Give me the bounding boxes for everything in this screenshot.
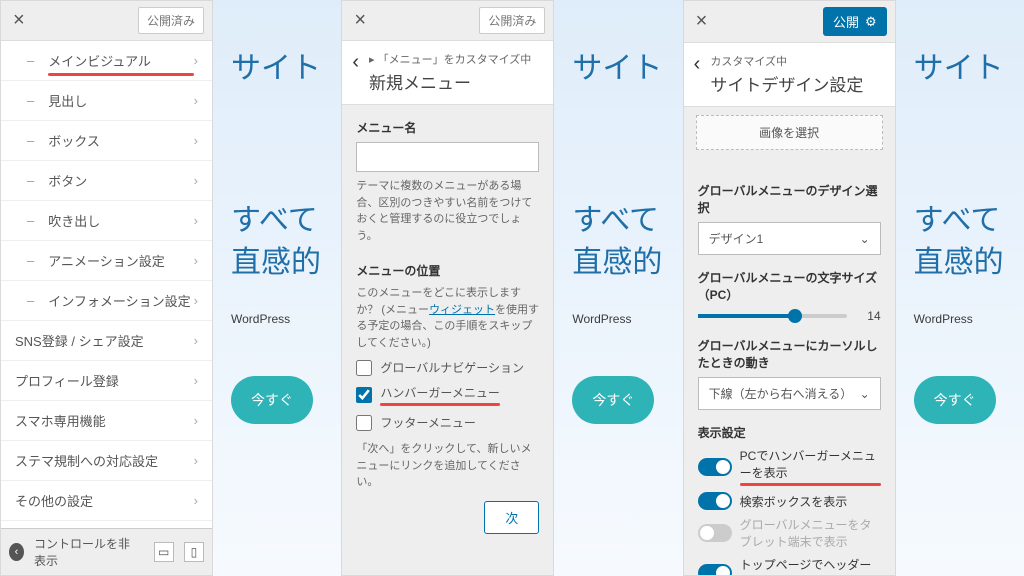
font-size-value: 14: [857, 309, 881, 323]
sidebar-item-stealth-marketing[interactable]: ステマ規制への対応設定›: [1, 441, 212, 481]
cta-button[interactable]: 今すぐ: [231, 376, 313, 424]
toggle-pc-hamburger[interactable]: [698, 458, 732, 476]
panel-breadcrumb: ‹ ▸ 「メニュー」をカスタマイズ中 新規メニュー: [342, 41, 553, 105]
preview-headline: サイト: [231, 48, 341, 90]
preview-pane: サイト すべて 直感的 WordPress 今すぐ: [896, 0, 1024, 576]
panel-title: 新規メニュー: [369, 69, 531, 94]
toggle-tablet-label: グローバルメニューをタブレット端末で表示: [740, 516, 881, 550]
collapse-icon[interactable]: ‹: [9, 543, 24, 561]
font-size-label: グローバルメニューの文字サイズ（PC）: [698, 269, 881, 303]
menu-name-input[interactable]: [356, 142, 539, 172]
footer-label: コントロールを非表示: [34, 535, 134, 569]
chevron-right-icon: ›: [194, 213, 198, 228]
customizer-panel-site-design: × 公開 ⚙ ‹ カスタマイズ中 サイトデザイン設定 画像を選択 グローバルメニ…: [683, 0, 896, 576]
customizer-panel-sections: × 公開済み –メインビジュアル› –見出し› –ボックス› –ボタン› –吹き…: [0, 0, 213, 576]
image-select-button[interactable]: 画像を選択: [696, 115, 883, 150]
cta-button[interactable]: 今すぐ: [914, 376, 996, 424]
toggle-search-label: 検索ボックスを表示: [740, 493, 848, 510]
sidebar-item-box[interactable]: –ボックス›: [1, 121, 212, 161]
panel-footer: ‹ コントロールを非表示 ▭ ▯: [1, 528, 212, 575]
sidebar-item-animation[interactable]: –アニメーション設定›: [1, 241, 212, 281]
chevron-right-icon: ›: [194, 253, 198, 268]
close-icon[interactable]: ×: [692, 13, 710, 31]
design-select[interactable]: デザイン1 ⌄: [698, 222, 881, 255]
sidebar-item-mobile[interactable]: スマホ専用機能›: [1, 401, 212, 441]
toggle-top-header-label: トップページでヘッダーを表示: [740, 556, 881, 575]
sidebar-item-profile[interactable]: プロフィール登録›: [1, 361, 212, 401]
menu-name-hint: テーマに複数のメニューがある場合、区別のつきやすい名前をつけておくと管理するのに…: [356, 178, 539, 244]
sidebar-item-information[interactable]: –インフォメーション設定›: [1, 281, 212, 321]
device-tablet-icon[interactable]: ▯: [184, 542, 204, 562]
chevron-right-icon: ›: [194, 53, 198, 68]
section-list: –メインビジュアル› –見出し› –ボックス› –ボタン› –吹き出し› –アニ…: [1, 41, 212, 528]
next-button[interactable]: 次: [484, 501, 539, 534]
preview-pane: サイト すべて 直感的 WordPress 今すぐ: [554, 0, 682, 576]
customizer-panel-new-menu: × 公開済み ‹ ▸ 「メニュー」をカスタマイズ中 新規メニュー メニュー名 テ…: [341, 0, 554, 576]
menu-position-hint: このメニューをどこに表示しますか？ (メニューウィジェットを使用する予定の場合、…: [356, 285, 539, 351]
display-section-label: 表示設定: [698, 424, 881, 441]
toggle-top-header[interactable]: [698, 564, 732, 575]
cta-button[interactable]: 今すぐ: [572, 376, 654, 424]
sidebar-item-sns[interactable]: SNS登録 / シェア設定›: [1, 321, 212, 361]
breadcrumb-text: カスタマイズ中: [710, 53, 863, 69]
toggle-tablet-global-menu[interactable]: [698, 524, 732, 542]
toggle-search-box[interactable]: [698, 492, 732, 510]
checkbox-hamburger[interactable]: ハンバーガーメニュー: [356, 384, 539, 406]
hover-label: グローバルメニューにカーソルしたときの動き: [698, 337, 881, 371]
font-size-slider[interactable]: [698, 314, 847, 318]
sidebar-item-button[interactable]: –ボタン›: [1, 161, 212, 201]
sidebar-item-balloon[interactable]: –吹き出し›: [1, 201, 212, 241]
hover-select[interactable]: 下線（左から右へ消える） ⌄: [698, 377, 881, 410]
next-hint: 「次へ」をクリックして、新しいメニューにリンクを追加してください。: [356, 441, 539, 491]
back-icon[interactable]: ‹: [694, 53, 701, 76]
published-badge[interactable]: 公開済み: [138, 7, 204, 34]
sidebar-item-heading[interactable]: –見出し›: [1, 81, 212, 121]
menu-name-label: メニュー名: [356, 119, 539, 136]
panel-breadcrumb: ‹ カスタマイズ中 サイトデザイン設定: [684, 43, 895, 107]
menu-position-label: メニューの位置: [356, 262, 539, 279]
sidebar-item-main-visual[interactable]: –メインビジュアル›: [1, 41, 212, 81]
preview-pane: サイト すべて 直感的 WordPress 今すぐ: [213, 0, 341, 576]
toggle-pc-hamburger-label: PCでハンバーガーメニューを表示: [740, 447, 881, 486]
checkbox-footer-menu[interactable]: フッターメニュー: [356, 414, 539, 431]
device-desktop-icon[interactable]: ▭: [154, 542, 174, 562]
chevron-down-icon: ⌄: [860, 232, 870, 246]
panel-header: × 公開済み: [1, 1, 212, 41]
chevron-right-icon: ›: [194, 93, 198, 108]
publish-button[interactable]: 公開 ⚙: [823, 7, 887, 36]
checkbox-global-nav[interactable]: グローバルナビゲーション: [356, 359, 539, 376]
gear-icon: ⚙: [865, 14, 877, 30]
close-icon[interactable]: ×: [9, 12, 27, 30]
chevron-right-icon: ›: [194, 133, 198, 148]
panel-title: サイトデザイン設定: [710, 71, 863, 96]
published-badge[interactable]: 公開済み: [479, 7, 545, 34]
sidebar-item-other[interactable]: その他の設定›: [1, 481, 212, 521]
back-icon[interactable]: ‹: [352, 51, 359, 74]
close-icon[interactable]: ×: [350, 12, 368, 30]
breadcrumb-text: ▸ 「メニュー」をカスタマイズ中: [369, 51, 531, 67]
sidebar-item-menu[interactable]: メニュー›: [1, 521, 212, 528]
design-select-label: グローバルメニューのデザイン選択: [698, 182, 881, 216]
chevron-right-icon: ›: [194, 293, 198, 308]
chevron-right-icon: ›: [194, 173, 198, 188]
widget-link[interactable]: ウィジェット: [429, 304, 495, 316]
chevron-down-icon: ⌄: [860, 387, 870, 401]
